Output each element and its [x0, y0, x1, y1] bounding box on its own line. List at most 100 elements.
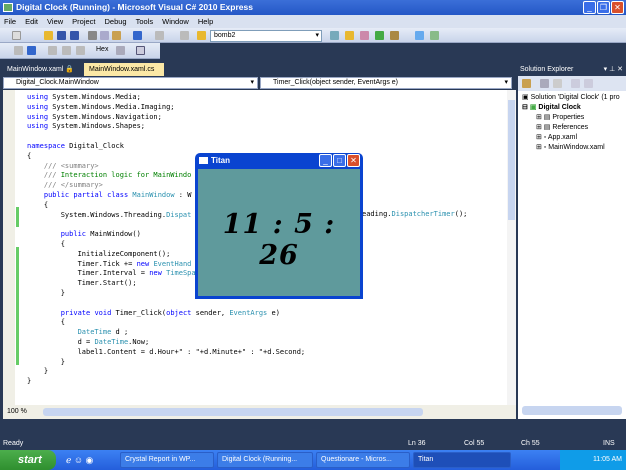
code-token: using — [27, 122, 49, 131]
close-button[interactable]: ✕ — [611, 1, 624, 14]
menu-edit[interactable]: Edit — [25, 15, 38, 28]
windows-icon[interactable] — [136, 46, 145, 55]
tree-item-mainwindow-xaml[interactable]: ⊞ ▫ MainWindow.xaml — [536, 143, 605, 153]
align-icon[interactable] — [430, 31, 439, 40]
new-project-icon[interactable] — [12, 31, 21, 40]
find-icon[interactable] — [197, 31, 206, 40]
code-token: DateTime — [77, 328, 112, 337]
tab-mainwindow-xaml[interactable]: MainWindow.xaml 🔒 — [2, 63, 79, 76]
code-token: using — [27, 93, 49, 101]
start-button[interactable]: start — [0, 450, 56, 470]
menu-project[interactable]: Project — [72, 15, 95, 28]
window-icon — [199, 157, 208, 164]
menu-file[interactable]: File — [4, 15, 16, 28]
titan-window[interactable]: Titan _ □ ✕ 11 : 5 : 26 — [195, 153, 363, 299]
find-in-files-icon[interactable] — [330, 31, 339, 40]
solution-config-dropdown[interactable]: bomb2 ▾ — [210, 30, 322, 42]
code-token: namespace — [27, 142, 65, 150]
menu-view[interactable]: View — [47, 15, 63, 28]
save-icon[interactable] — [57, 31, 66, 40]
refresh-icon[interactable] — [553, 79, 562, 88]
task-questionare[interactable]: Questionare - Micros... — [316, 452, 410, 468]
code-token: TimeSpa — [166, 269, 196, 278]
breakpoints-icon[interactable] — [116, 46, 125, 55]
tab-mainwindow-xaml-cs[interactable]: MainWindow.xaml.cs ✕ — [84, 63, 164, 86]
properties-icon[interactable] — [345, 31, 354, 40]
window-title: Digital Clock (Running) - Microsoft Visu… — [16, 2, 253, 12]
titan-minimize-button[interactable]: _ — [319, 154, 332, 167]
code-token: EventHand — [153, 259, 192, 268]
view-designer-icon[interactable] — [584, 79, 593, 88]
horizontal-scrollbar[interactable] — [522, 406, 622, 415]
restore-button[interactable]: ❐ — [597, 1, 610, 14]
code-token: /// — [27, 161, 61, 170]
code-line: public MainWindow() — [27, 229, 141, 239]
properties-icon[interactable] — [522, 79, 531, 88]
object-browser-icon[interactable] — [375, 31, 384, 40]
code-token: label1.Content = d.Hour+" : "+d.Minute+"… — [27, 347, 306, 356]
task-digital-clock[interactable]: Digital Clock (Running... — [217, 452, 313, 468]
menu-bar: File Edit View Project Debug Tools Windo… — [0, 15, 626, 28]
config-value: bomb2 — [214, 32, 236, 39]
code-line: { — [27, 200, 48, 210]
scroll-thumb[interactable] — [508, 100, 515, 220]
menu-debug[interactable]: Debug — [105, 15, 127, 28]
menu-tools[interactable]: Tools — [136, 15, 154, 28]
copy-icon[interactable] — [100, 31, 109, 40]
code-line: Timer.Start(); — [27, 278, 137, 288]
continue-icon[interactable] — [14, 46, 23, 55]
tree-item-references[interactable]: ⊞ ▤ References — [536, 123, 588, 133]
close-icon[interactable]: ▾ ⊥ ✕ — [604, 63, 623, 76]
code-token: object — [166, 308, 192, 317]
solution-explorer-toolbar — [518, 76, 626, 91]
tree-item-app-xaml[interactable]: ⊞ ▫ App.xaml — [536, 133, 577, 143]
code-token: Interaction logic for MainWindo — [60, 171, 192, 180]
project-node[interactable]: ⊟ ▣ Digital Clock — [522, 103, 581, 113]
code-line: Timer.Interval = new TimeSpa — [27, 268, 196, 278]
code-token: using — [27, 102, 49, 111]
save-all-icon[interactable] — [70, 31, 79, 40]
stop-icon[interactable] — [27, 46, 36, 55]
horizontal-scrollbar[interactable] — [43, 408, 423, 416]
start-page-icon[interactable] — [390, 31, 399, 40]
view-code-icon[interactable] — [571, 79, 580, 88]
vertical-scrollbar[interactable] — [507, 90, 516, 405]
code-token: Dispat — [166, 210, 192, 219]
code-token: } — [27, 377, 32, 386]
paste-icon[interactable] — [112, 31, 121, 40]
type-dropdown[interactable]: Digital_Clock.MainWindow ▾ — [3, 77, 258, 89]
titan-close-button[interactable]: ✕ — [347, 154, 360, 167]
menu-help[interactable]: Help — [198, 15, 213, 28]
task-crystal-report[interactable]: Crystal Report in WP... — [120, 452, 214, 468]
open-icon[interactable] — [44, 31, 53, 40]
code-token: Timer.Start(); — [27, 279, 137, 288]
member-dropdown[interactable]: Timer_Click(object sender, EventArgs e) ▾ — [260, 77, 512, 89]
solution-node[interactable]: ▣ Solution 'Digital Clock' (1 pro — [522, 93, 620, 103]
zoom-level[interactable]: 100 % — [7, 408, 27, 415]
titan-maximize-button[interactable]: □ — [333, 154, 346, 167]
quick-launch-icons[interactable]: ℯ ☺ ◉ — [66, 455, 93, 466]
step-into-icon[interactable] — [48, 46, 57, 55]
undo-icon[interactable] — [133, 31, 142, 40]
code-token: .Now; — [128, 338, 150, 346]
toolbox-icon[interactable] — [360, 31, 369, 40]
minimize-button[interactable]: _ — [583, 1, 596, 14]
hex-button[interactable]: Hex — [96, 46, 108, 53]
tree-item-properties[interactable]: ⊞ ▤ Properties — [536, 113, 584, 123]
chevron-down-icon: ▾ — [504, 79, 508, 86]
code-token: Timer.Interval = — [27, 269, 150, 278]
step-out-icon[interactable] — [76, 46, 85, 55]
chevron-down-icon: ▾ — [315, 32, 319, 39]
code-line: Timer.Tick += new EventHand — [27, 259, 192, 269]
redo-icon[interactable] — [155, 31, 164, 40]
step-over-icon[interactable] — [62, 46, 71, 55]
menu-window[interactable]: Window — [162, 15, 189, 28]
task-titan[interactable]: Titan — [413, 452, 511, 468]
title-bar: Digital Clock (Running) - Microsoft Visu… — [0, 0, 626, 15]
layout-icon[interactable] — [415, 31, 424, 40]
cut-icon[interactable] — [88, 31, 97, 40]
start-debug-icon[interactable] — [180, 31, 189, 40]
show-all-files-icon[interactable] — [540, 79, 549, 88]
